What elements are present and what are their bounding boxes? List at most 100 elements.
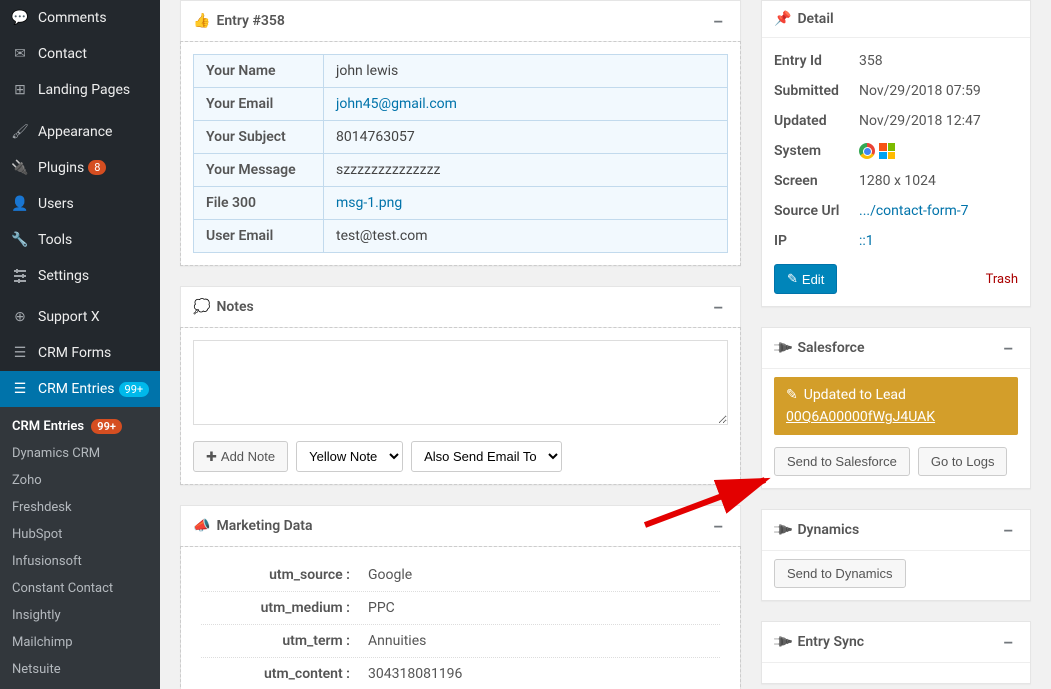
detail-label: IP [774, 233, 859, 249]
detail-label: Updated [774, 113, 859, 129]
note-color-select[interactable]: Yellow Note [296, 441, 403, 472]
sidebar-item-label: Settings [38, 268, 89, 284]
sliders-icon [10, 266, 30, 286]
salesforce-record-link[interactable]: 00Q6A00000fWgJ4UAK [786, 409, 1006, 425]
detail-label: Entry Id [774, 53, 859, 69]
panel-title: Entry #358 [216, 13, 284, 29]
thumbs-up-icon: 👍 [193, 13, 210, 29]
marketing-value: PPC [356, 600, 720, 616]
entry-fields-table: Your Namejohn lewisYour Emailjohn45@gmai… [193, 54, 728, 253]
collapse-toggle[interactable]: – [708, 516, 728, 536]
trash-link[interactable]: Trash [986, 272, 1018, 287]
button-label: Add Note [221, 449, 275, 464]
detail-label: Submitted [774, 83, 859, 99]
sidebar-item-crm-entries[interactable]: ☰CRM Entries99+ [0, 371, 160, 407]
field-value: msg-1.png [324, 187, 728, 220]
ip-link[interactable]: ::1 [859, 233, 874, 249]
sidebar-item-label: Comments [38, 10, 107, 26]
detail-value: 1280 x 1024 [859, 173, 1018, 189]
sidebar-item-landing-pages[interactable]: ⊞Landing Pages [0, 72, 160, 108]
marketing-row: utm_content :304318081196 [201, 658, 720, 689]
field-label: Your Subject [194, 121, 324, 154]
marketing-row: utm_medium :PPC [201, 592, 720, 625]
marketing-panel: 📣Marketing Data – utm_source :Googleutm_… [180, 505, 741, 689]
field-value: test@test.com [324, 220, 728, 253]
note-textarea[interactable] [193, 340, 728, 425]
collapse-toggle[interactable]: – [998, 338, 1018, 358]
collapse-toggle[interactable]: – [998, 520, 1018, 540]
collapse-toggle[interactable]: – [708, 11, 728, 31]
field-label: Your Email [194, 88, 324, 121]
detail-panel: 📌Detail Entry Id358 SubmittedNov/29/2018… [761, 0, 1031, 307]
pencil-icon: ✎ [787, 271, 798, 287]
sidebar-item-appearance[interactable]: 🖌 Appearance [0, 114, 160, 150]
panel-title: Marketing Data [216, 518, 312, 534]
badge: 99+ [91, 419, 122, 434]
panel-title: Dynamics [797, 522, 859, 538]
brush-icon: 🖌 [10, 122, 30, 142]
sidebar-item-label: Plugins [38, 160, 84, 176]
subitem-zoho[interactable]: Zoho [0, 467, 160, 494]
banner-text: Updated to Lead [804, 387, 906, 403]
source-url-link[interactable]: .../contact-form-7 [859, 203, 968, 219]
sidebar-sub-label: CRM Entries [12, 419, 84, 434]
field-value: john45@gmail.com [324, 88, 728, 121]
subitem-insightly[interactable]: Insightly [0, 602, 160, 629]
panel-title: Salesforce [797, 340, 864, 356]
marketing-label: utm_content : [201, 666, 356, 682]
collapse-toggle[interactable]: – [708, 297, 728, 317]
marketing-label: utm_medium : [201, 600, 356, 616]
marketing-value: Annuities [356, 633, 720, 649]
field-link[interactable]: msg-1.png [336, 195, 402, 211]
subitem-infusionsoft[interactable]: Infusionsoft [0, 548, 160, 575]
field-label: User Email [194, 220, 324, 253]
go-to-logs-button[interactable]: Go to Logs [918, 447, 1008, 476]
edit-icon: ✎ [786, 387, 798, 403]
subitem-netsuite[interactable]: Netsuite [0, 656, 160, 683]
entry-sync-panel: 🔌Entry Sync – [761, 621, 1031, 684]
sidebar-item-crm-forms[interactable]: ☰CRM Forms [0, 335, 160, 371]
sidebar-item-label: Appearance [38, 124, 112, 140]
sidebar-item-comments[interactable]: 💬Comments [0, 0, 160, 36]
detail-value: 358 [859, 53, 1018, 69]
add-note-button[interactable]: ✚Add Note [193, 441, 288, 472]
sidebar-item-support-x[interactable]: ⊕Support X [0, 299, 160, 335]
entries-icon: ☰ [10, 379, 30, 399]
subitem-dynamics[interactable]: Dynamics CRM [0, 440, 160, 467]
megaphone-icon: 📣 [193, 518, 210, 534]
field-link[interactable]: john45@gmail.com [336, 96, 457, 112]
marketing-row: utm_source :Google [201, 559, 720, 592]
sidebar-item-contact[interactable]: ✉Contact [0, 36, 160, 72]
panel-title: Detail [797, 11, 833, 27]
subitem-hubspot[interactable]: HubSpot [0, 521, 160, 548]
user-icon: 👤 [10, 194, 30, 214]
note-email-select[interactable]: Also Send Email To [411, 441, 562, 472]
plug-icon: 🔌 [771, 518, 795, 542]
chat-icon: 💭 [193, 299, 210, 315]
subitem-crm-entries[interactable]: CRM Entries 99+ [0, 413, 160, 440]
sidebar-item-tools[interactable]: 🔧Tools [0, 222, 160, 258]
plug-icon: 🔌 [771, 630, 795, 654]
subitem-constant-contact[interactable]: Constant Contact [0, 575, 160, 602]
subitem-mailchimp[interactable]: Mailchimp [0, 629, 160, 656]
field-value: john lewis [324, 55, 728, 88]
marketing-label: utm_source : [201, 567, 356, 583]
plug-icon: 🔌 [771, 336, 795, 360]
pin-icon: 📌 [774, 11, 791, 27]
edit-button[interactable]: ✎ Edit [774, 264, 837, 294]
send-to-dynamics-button[interactable]: Send to Dynamics [774, 559, 906, 588]
forms-icon: ☰ [10, 343, 30, 363]
sidebar-item-label: CRM Entries [38, 381, 115, 397]
marketing-label: utm_term : [201, 633, 356, 649]
table-row: Your Messageszzzzzzzzzzzzzz [194, 154, 728, 187]
sidebar-item-settings[interactable]: Settings [0, 258, 160, 294]
send-to-salesforce-button[interactable]: Send to Salesforce [774, 447, 910, 476]
dynamics-panel: 🔌Dynamics – Send to Dynamics [761, 509, 1031, 601]
sidebar-item-users[interactable]: 👤Users [0, 186, 160, 222]
collapse-toggle[interactable]: – [998, 632, 1018, 652]
sidebar-item-plugins[interactable]: 🔌Plugins8 [0, 150, 160, 186]
salesforce-panel: 🔌Salesforce – ✎ Updated to Lead 00Q6A000… [761, 327, 1031, 489]
detail-label: Screen [774, 173, 859, 189]
subitem-freshdesk[interactable]: Freshdesk [0, 494, 160, 521]
admin-sidebar: 💬Comments ✉Contact ⊞Landing Pages 🖌 Appea… [0, 0, 160, 689]
